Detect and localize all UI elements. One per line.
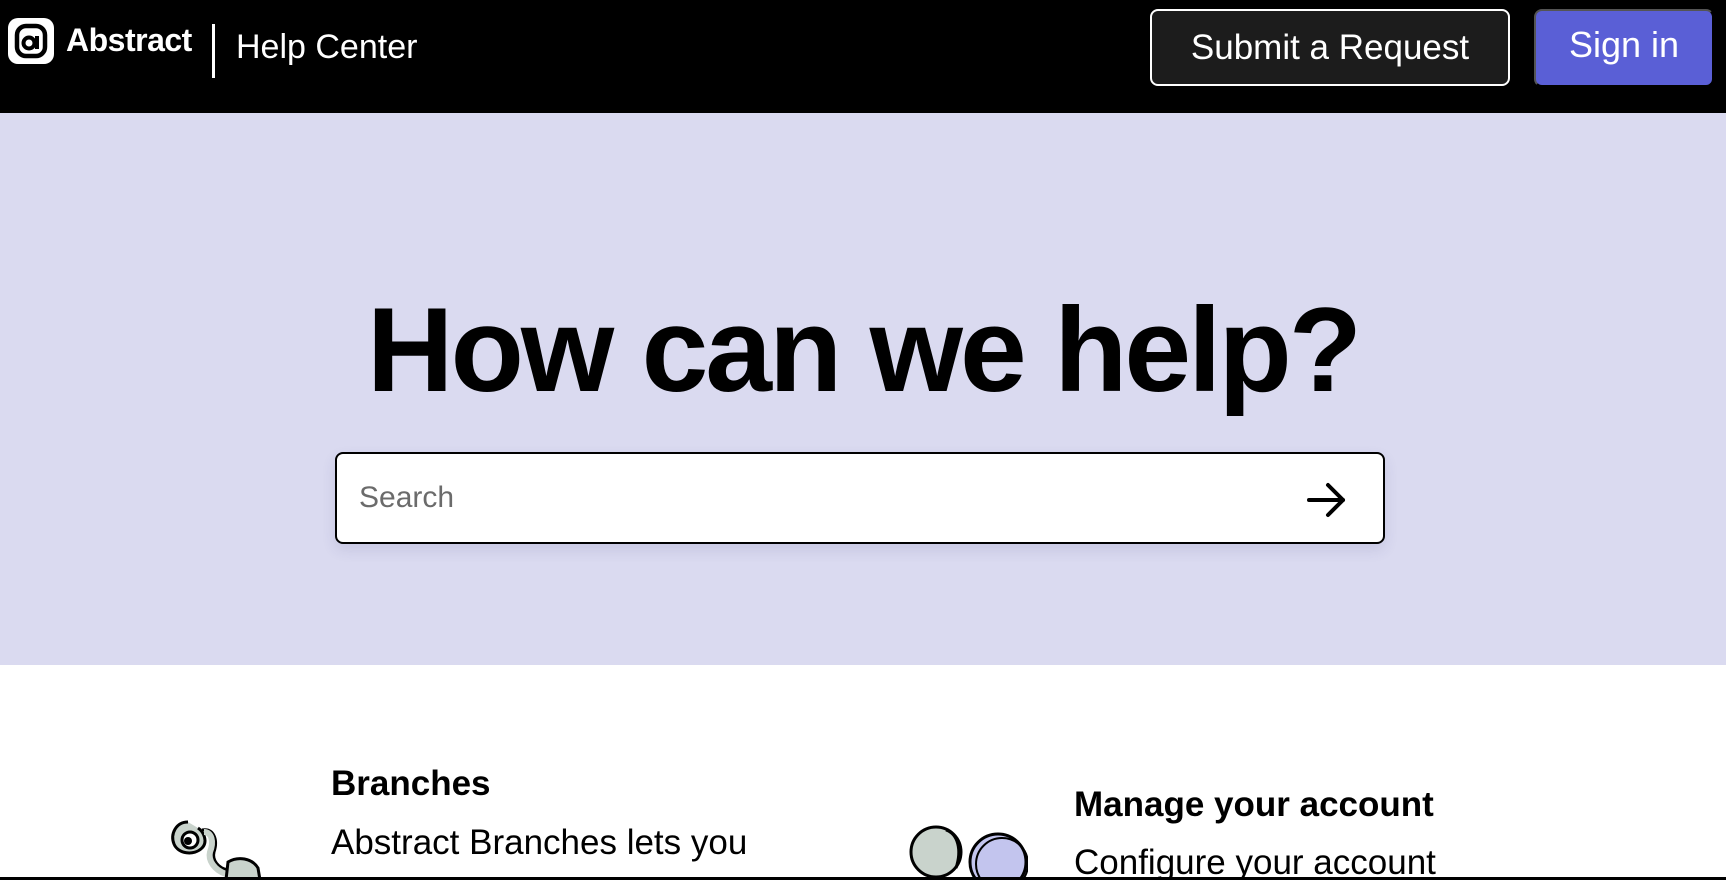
submit-request-button[interactable]: Submit a Request bbox=[1150, 9, 1510, 86]
category-description-manage-account: Configure your account bbox=[1074, 843, 1436, 880]
search-box[interactable] bbox=[335, 452, 1385, 544]
abstract-logo-icon[interactable] bbox=[8, 18, 54, 64]
hero-section: How can we help? bbox=[0, 113, 1726, 665]
sign-in-button[interactable]: Sign in bbox=[1534, 9, 1714, 87]
hero-title: How can we help? bbox=[366, 283, 1362, 417]
header-divider bbox=[212, 24, 215, 78]
category-title-branches[interactable]: Branches bbox=[331, 764, 491, 804]
arrow-right-icon[interactable] bbox=[1305, 480, 1349, 520]
site-header: Abstract Help Center Submit a Request Si… bbox=[0, 0, 1726, 113]
branches-illustration-icon bbox=[168, 818, 278, 880]
brand-name[interactable]: Abstract bbox=[66, 22, 192, 59]
help-center-title[interactable]: Help Center bbox=[236, 28, 417, 67]
category-title-manage-account[interactable]: Manage your account bbox=[1074, 785, 1434, 825]
category-description-branches: Abstract Branches lets you bbox=[331, 823, 748, 862]
account-illustration-icon bbox=[908, 822, 1029, 880]
search-input[interactable] bbox=[359, 472, 1259, 524]
